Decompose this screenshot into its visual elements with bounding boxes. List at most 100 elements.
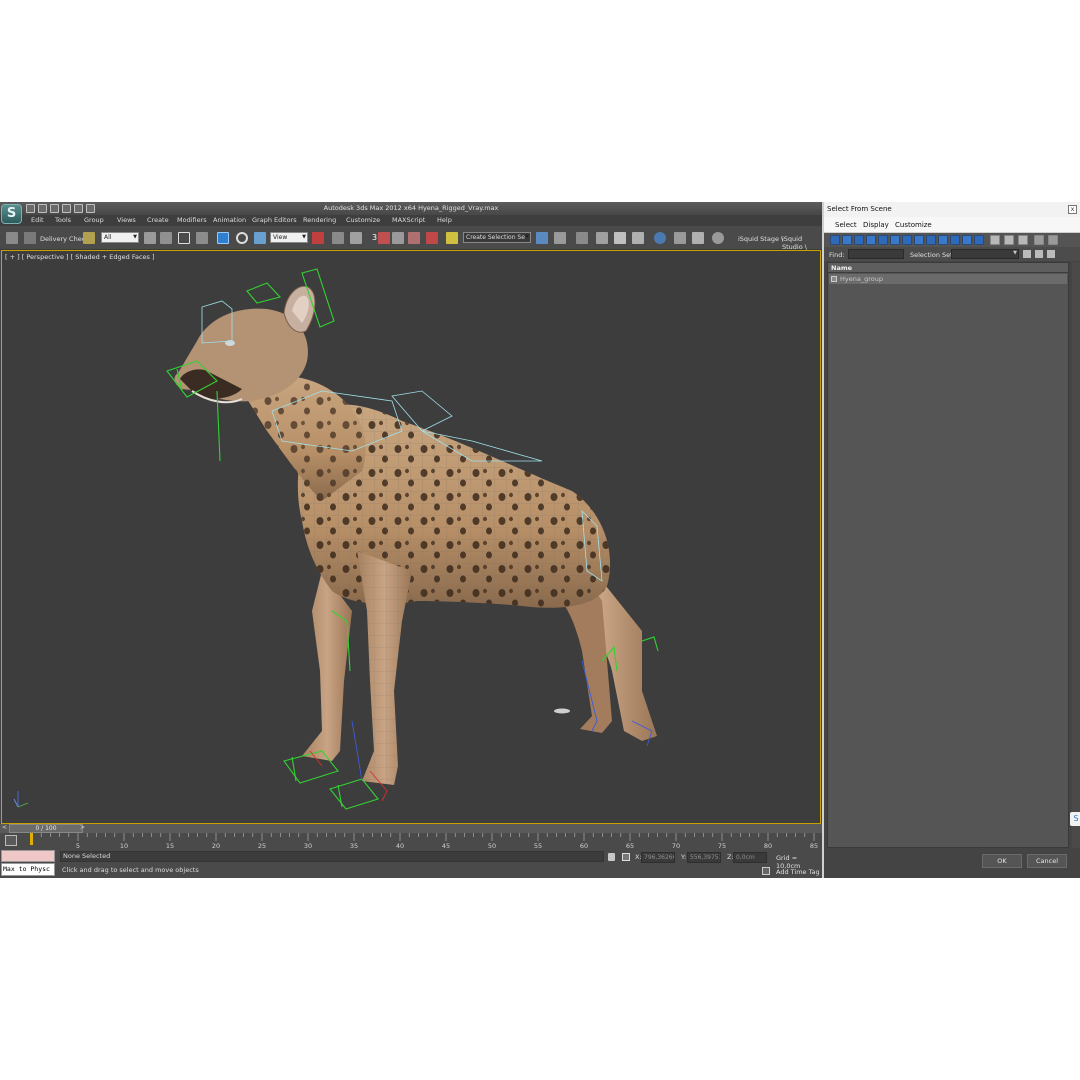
scene-object-list[interactable]: Name Hyena_group bbox=[827, 262, 1069, 848]
y-coordinate-field[interactable]: 556,39751 bbox=[687, 852, 721, 863]
cameras-filter-icon[interactable] bbox=[866, 235, 876, 245]
delivery-check-label[interactable]: Delivery Check bbox=[40, 235, 89, 243]
scale-tool-icon[interactable] bbox=[254, 232, 266, 244]
time-next-button[interactable]: > bbox=[80, 824, 85, 831]
column-header-name[interactable]: Name bbox=[828, 263, 1068, 273]
render-production-icon[interactable] bbox=[712, 232, 724, 244]
containers-filter-icon[interactable] bbox=[938, 235, 948, 245]
ok-button[interactable]: OK bbox=[982, 854, 1022, 868]
menu-edit[interactable]: Edit bbox=[31, 216, 44, 224]
edit-named-selection-icon[interactable] bbox=[446, 232, 458, 244]
isquid-stage-label[interactable]: iSquid Stage \ bbox=[738, 235, 783, 243]
find-input[interactable] bbox=[848, 249, 904, 259]
menu-group[interactable]: Group bbox=[84, 216, 104, 224]
menu-help[interactable]: Help bbox=[437, 216, 452, 224]
dialog-scrollbar[interactable] bbox=[1072, 262, 1080, 848]
select-manipulate-icon[interactable] bbox=[332, 232, 344, 244]
dialog-menu-customize[interactable]: Customize bbox=[895, 221, 932, 229]
groups-filter-icon[interactable] bbox=[902, 235, 912, 245]
shapes-filter-icon[interactable] bbox=[842, 235, 852, 245]
spinner-snap-icon[interactable] bbox=[426, 232, 438, 244]
z-coordinate-field[interactable]: 0,0cm bbox=[733, 852, 767, 863]
cancel-button[interactable]: Cancel bbox=[1027, 854, 1067, 868]
move-tool-icon[interactable] bbox=[217, 232, 229, 244]
pivot-center-icon[interactable] bbox=[312, 232, 324, 244]
hyena-scene[interactable] bbox=[2, 251, 821, 824]
material-editor-icon[interactable] bbox=[654, 232, 666, 244]
viewport-label[interactable]: [ + ] [ Perspective ] [ Shaded + Edged F… bbox=[5, 253, 155, 261]
list-view-icon[interactable] bbox=[1023, 250, 1031, 258]
layer-manager-icon[interactable] bbox=[576, 232, 588, 244]
menu-views[interactable]: Views bbox=[117, 216, 136, 224]
list-item[interactable]: Hyena_group bbox=[829, 274, 1067, 284]
dialog-menu-select[interactable]: Select bbox=[835, 221, 857, 229]
menu-tools[interactable]: Tools bbox=[55, 216, 71, 224]
menu-rendering[interactable]: Rendering bbox=[303, 216, 336, 224]
perspective-viewport[interactable]: [ + ] [ Perspective ] [ Shaded + Edged F… bbox=[1, 250, 821, 824]
menu-animation[interactable]: Animation bbox=[213, 216, 246, 224]
close-icon[interactable]: x bbox=[1068, 205, 1077, 214]
keyboard-shortcut-icon[interactable] bbox=[350, 232, 362, 244]
rotate-tool-icon[interactable] bbox=[236, 232, 248, 244]
menu-create[interactable]: Create bbox=[147, 216, 169, 224]
reference-coordinate-dropdown[interactable]: View bbox=[270, 232, 308, 243]
space-warps-filter-icon[interactable] bbox=[890, 235, 900, 245]
menu-graph-editors[interactable]: Graph Editors bbox=[252, 216, 297, 224]
frame-ruler[interactable]: 5 10 15 20 25 30 35 40 45 50 55 60 65 70 75 80 85 bbox=[30, 833, 822, 849]
display-all-icon[interactable] bbox=[974, 235, 984, 245]
render-setup-icon[interactable] bbox=[674, 232, 686, 244]
select-none-icon[interactable] bbox=[1004, 235, 1014, 245]
lights-filter-icon[interactable] bbox=[854, 235, 864, 245]
bind-space-warp-icon[interactable] bbox=[83, 232, 95, 244]
sort-icon[interactable] bbox=[1047, 250, 1055, 258]
rectangular-selection-icon[interactable] bbox=[178, 232, 190, 244]
select-object-icon[interactable] bbox=[144, 232, 156, 244]
maxscript-listener-input[interactable]: Max to Physc bbox=[1, 863, 55, 876]
select-invert-icon[interactable] bbox=[1018, 235, 1028, 245]
menu-customize[interactable]: Customize bbox=[346, 216, 380, 224]
helpers-filter-icon[interactable] bbox=[878, 235, 888, 245]
application-logo-button[interactable]: S bbox=[1, 204, 22, 224]
hidden-filter-icon[interactable] bbox=[962, 235, 972, 245]
schematic-view-icon[interactable] bbox=[632, 232, 644, 244]
snaps-toggle-icon[interactable] bbox=[378, 232, 390, 244]
maxscript-listener-output[interactable] bbox=[1, 850, 55, 862]
select-all-icon[interactable] bbox=[990, 235, 1000, 245]
xrefs-filter-icon[interactable] bbox=[914, 235, 924, 245]
selection-filter-dropdown[interactable]: All bbox=[101, 232, 139, 243]
absolute-mode-icon[interactable] bbox=[622, 853, 630, 861]
select-by-name-icon[interactable] bbox=[160, 232, 172, 244]
filter-funnel-icon[interactable] bbox=[1034, 235, 1044, 245]
time-tag-icon[interactable] bbox=[762, 867, 770, 875]
curve-editor-icon[interactable] bbox=[614, 232, 626, 244]
angle-snap-icon[interactable] bbox=[392, 232, 404, 244]
snap-toggle-label[interactable]: 3 bbox=[372, 233, 377, 242]
frozen-filter-icon[interactable] bbox=[950, 235, 960, 245]
side-tab-icon[interactable]: S bbox=[1070, 812, 1080, 826]
time-slider-thumb[interactable]: 0 / 100 bbox=[9, 824, 83, 833]
dialog-menu-display[interactable]: Display bbox=[863, 221, 889, 229]
graphite-ribbon-icon[interactable] bbox=[596, 232, 608, 244]
filter-options-icon[interactable] bbox=[1048, 235, 1058, 245]
mirror-icon[interactable] bbox=[536, 232, 548, 244]
link-icon[interactable] bbox=[6, 232, 18, 244]
current-frame-marker[interactable] bbox=[30, 833, 33, 845]
menu-modifiers[interactable]: Modifiers bbox=[177, 216, 207, 224]
add-time-tag[interactable]: Add Time Tag bbox=[776, 868, 820, 876]
named-selection-set-dropdown[interactable]: Create Selection Se bbox=[463, 232, 531, 243]
hierarchy-view-icon[interactable] bbox=[1035, 250, 1043, 258]
align-icon[interactable] bbox=[554, 232, 566, 244]
geometry-filter-icon[interactable] bbox=[830, 235, 840, 245]
isquid-studio-label[interactable]: iSquid Studio \ bbox=[782, 235, 822, 251]
time-slider[interactable]: < 0 / 100 > bbox=[0, 824, 822, 833]
mini-curve-editor-icon[interactable] bbox=[5, 835, 17, 846]
menu-maxscript[interactable]: MAXScript bbox=[392, 216, 425, 224]
x-coordinate-field[interactable]: 796,36266 bbox=[641, 852, 675, 863]
window-crossing-icon[interactable] bbox=[196, 232, 208, 244]
rendered-frame-window-icon[interactable] bbox=[692, 232, 704, 244]
selection-lock-icon[interactable] bbox=[608, 853, 615, 861]
track-bar[interactable]: 5 10 15 20 25 30 35 40 45 50 55 60 65 70 75 80 85 bbox=[0, 833, 822, 849]
time-prev-button[interactable]: < bbox=[2, 824, 7, 831]
selection-set-dropdown[interactable] bbox=[951, 249, 1019, 259]
bones-filter-icon[interactable] bbox=[926, 235, 936, 245]
